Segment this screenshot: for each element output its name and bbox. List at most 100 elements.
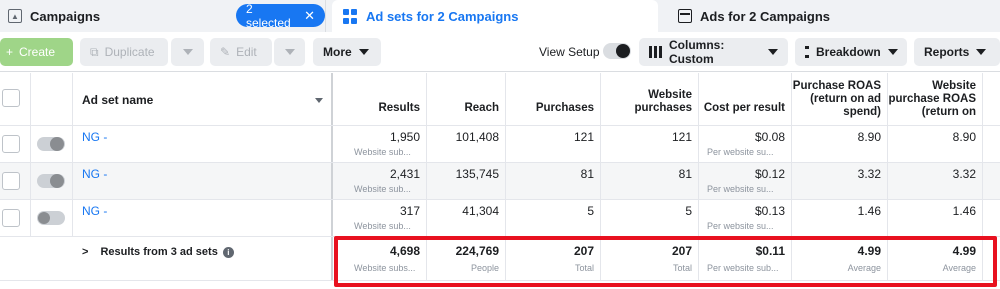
column-header-website-roas[interactable]: Website purchase ROAS (return on xyxy=(888,73,983,125)
tab-bar: ▲ Campaigns 2 selected ✕ Ad sets for 2 C… xyxy=(0,0,1000,32)
adset-status-toggle[interactable] xyxy=(37,211,65,225)
table-header: Ad set name Results Reach Purchases Webs… xyxy=(0,73,1000,126)
header-line: Website xyxy=(648,89,692,101)
website-purchases-cell: 81 xyxy=(601,163,699,199)
results-value: 1,950 xyxy=(389,130,420,144)
ad-icon xyxy=(678,9,692,23)
chevron-down-icon xyxy=(284,49,295,55)
column-header-reach[interactable]: Reach xyxy=(427,73,506,125)
totals-label-cell[interactable]: > Results from 3 ad sets i xyxy=(73,237,333,280)
sort-icon[interactable] xyxy=(315,98,323,103)
results-sub: Website sub... xyxy=(354,221,411,231)
adset-status-toggle[interactable] xyxy=(37,174,65,188)
wroas-cell: 8.90 xyxy=(888,126,983,162)
total-purchases-cell: 207 Total xyxy=(506,237,601,280)
more-label: More xyxy=(323,45,352,59)
column-header-cpr-label: Cost per result xyxy=(703,102,785,114)
header-name-cell[interactable]: Ad set name xyxy=(73,73,333,125)
website-purchases-cell: 5 xyxy=(601,200,699,236)
results-value: 2,431 xyxy=(389,167,420,181)
column-header-name: Ad set name xyxy=(82,93,154,107)
total-website-purchases-sub: Total xyxy=(672,263,692,273)
header-checkbox-cell xyxy=(0,73,31,125)
results-sub: Website sub... xyxy=(354,184,411,194)
create-button[interactable]: + Create xyxy=(0,38,73,66)
breakdown-icon xyxy=(805,46,809,58)
adset-name-cell: NG - xyxy=(73,126,333,162)
edit-button[interactable]: ✎ Edit xyxy=(210,38,272,66)
wroas-cell: 1.46 xyxy=(888,200,983,236)
column-header-website-purchases-label: Website purchases xyxy=(634,89,692,115)
reach-value: 41,304 xyxy=(462,204,499,218)
total-purchases-sub: Total xyxy=(574,263,594,273)
column-header-purchases-label: Purchases xyxy=(535,102,594,114)
table-row[interactable]: NG - 317 Website sub... 41,304 5 5 $0.13 P… xyxy=(0,200,1000,237)
adset-name-link[interactable]: NG - xyxy=(82,167,107,181)
column-header-roas-label: Purchase ROAS (return on ad spend) xyxy=(793,80,881,119)
tab-campaigns-label: Campaigns xyxy=(30,8,101,24)
close-icon[interactable]: ✕ xyxy=(304,8,315,24)
more-button[interactable]: More xyxy=(313,38,381,66)
cpr-sub: Per website su... xyxy=(707,184,774,194)
wroas-value: 3.32 xyxy=(952,167,976,181)
totals-label-text: Results from 3 ad sets xyxy=(100,246,218,258)
header-line: (return on xyxy=(921,106,976,118)
column-header-results[interactable]: Results xyxy=(335,73,427,125)
totals-row: > Results from 3 ad sets i 4,698 Website … xyxy=(0,237,1000,281)
wroas-cell: 3.32 xyxy=(888,163,983,199)
website-purchases-value: 5 xyxy=(685,204,692,218)
chevron-down-icon xyxy=(358,49,369,55)
edit-label: Edit xyxy=(236,45,257,59)
tab-adsets[interactable]: Ad sets for 2 Campaigns xyxy=(332,0,658,32)
total-cpr-cell: $0.11 Per website sub... xyxy=(699,237,792,280)
column-header-purchase-roas[interactable]: Purchase ROAS (return on ad spend) xyxy=(792,73,888,125)
table-row[interactable]: NG - 1,950 Website sub... 101,408 121 121… xyxy=(0,126,1000,163)
tab-campaigns[interactable]: ▲ Campaigns 2 selected ✕ xyxy=(0,0,326,32)
edit-dropdown-button[interactable] xyxy=(274,38,305,66)
total-reach-value: 224,769 xyxy=(455,244,499,258)
info-icon[interactable]: i xyxy=(222,246,234,258)
cpr-sub: Per website su... xyxy=(707,221,774,231)
row-checkbox[interactable] xyxy=(2,172,20,190)
adset-grid-icon xyxy=(342,8,358,24)
adset-name-link[interactable]: NG - xyxy=(82,130,107,144)
table-row[interactable]: NG - 2,431 Website sub... 135,745 81 81 $… xyxy=(0,163,1000,200)
column-header-purchases[interactable]: Purchases xyxy=(506,73,601,125)
total-roas-cell: 4.99 Average xyxy=(792,237,888,280)
duplicate-dropdown-button[interactable] xyxy=(171,38,204,66)
total-results-cell: 4,698 Website subs... xyxy=(335,237,427,280)
chevron-right-icon[interactable]: > xyxy=(82,246,88,258)
cpr-cell: $0.08 Per website su... xyxy=(699,126,792,162)
column-header-website-purchases[interactable]: Website purchases xyxy=(601,73,699,125)
chevron-down-icon xyxy=(976,49,987,55)
total-purchases-value: 207 xyxy=(573,244,594,258)
total-wroas-cell: 4.99 Average xyxy=(888,237,983,280)
total-results-sub: Website subs... xyxy=(354,263,416,273)
roas-cell: 8.90 xyxy=(792,126,888,162)
website-purchases-value: 81 xyxy=(678,167,692,181)
columns-button[interactable]: Columns: Custom xyxy=(639,38,788,66)
chevron-down-icon xyxy=(182,49,193,55)
pencil-icon: ✎ xyxy=(220,45,231,59)
wroas-value: 1.46 xyxy=(952,204,976,218)
purchases-cell: 5 xyxy=(506,200,601,236)
wroas-value: 8.90 xyxy=(952,130,976,144)
selected-pill[interactable]: 2 selected ✕ xyxy=(236,2,325,30)
create-label: Create xyxy=(19,45,56,59)
adset-name-cell: NG - xyxy=(73,163,333,199)
roas-value: 8.90 xyxy=(857,130,881,144)
breakdown-button[interactable]: Breakdown xyxy=(795,38,907,66)
roas-cell: 3.32 xyxy=(792,163,888,199)
view-setup-toggle[interactable] xyxy=(603,43,631,59)
roas-cell: 1.46 xyxy=(792,200,888,236)
adset-status-toggle[interactable] xyxy=(37,137,65,151)
column-header-cost-per-result[interactable]: Cost per result xyxy=(699,73,792,125)
reports-button[interactable]: Reports xyxy=(914,38,1000,66)
duplicate-button[interactable]: ⧉ Duplicate xyxy=(80,38,168,66)
tab-ads[interactable]: Ads for 2 Campaigns xyxy=(664,0,1000,32)
row-checkbox-cell xyxy=(0,163,31,199)
row-checkbox[interactable] xyxy=(2,209,20,227)
adset-name-link[interactable]: NG - xyxy=(82,204,107,218)
select-all-checkbox[interactable] xyxy=(2,89,20,107)
row-checkbox[interactable] xyxy=(2,135,20,153)
